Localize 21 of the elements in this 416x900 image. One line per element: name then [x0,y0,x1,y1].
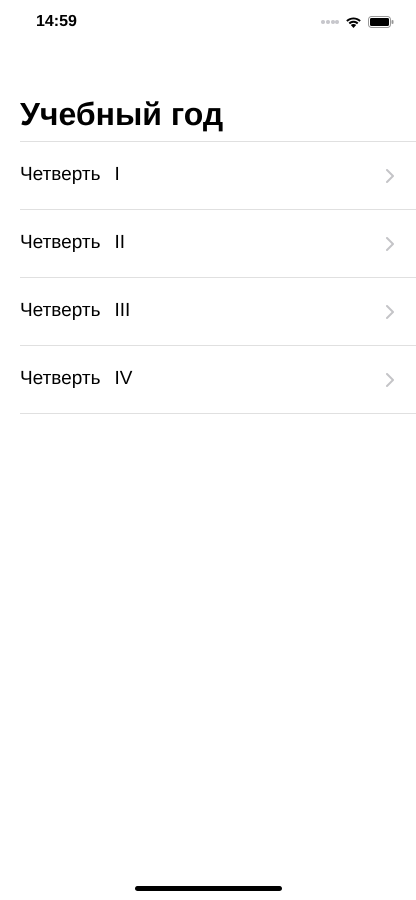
row-label: Четверть [20,231,100,256]
signal-icon [321,19,339,25]
row-numeral: IV [114,367,132,392]
list-row[interactable]: Четверть III [20,278,416,346]
chevron-right-icon [386,168,394,182]
row-label: Четверть [20,299,100,324]
row-numeral: II [114,231,126,256]
battery-icon [368,16,394,28]
chevron-right-icon [386,304,394,318]
list-row[interactable]: Четверть IV [20,346,416,414]
chevron-right-icon [386,372,394,386]
row-numeral: I [114,163,120,188]
status-time: 14:59 [36,12,77,32]
row-numeral: III [114,299,130,324]
wifi-icon [345,16,362,28]
row-label: Четверть [20,163,100,188]
row-label: Четверть [20,367,100,392]
page-title: Учебный год [19,95,224,134]
list-row[interactable]: Четверть I [20,142,416,210]
chevron-right-icon [386,236,394,250]
list-row[interactable]: Четверть II [20,210,416,278]
